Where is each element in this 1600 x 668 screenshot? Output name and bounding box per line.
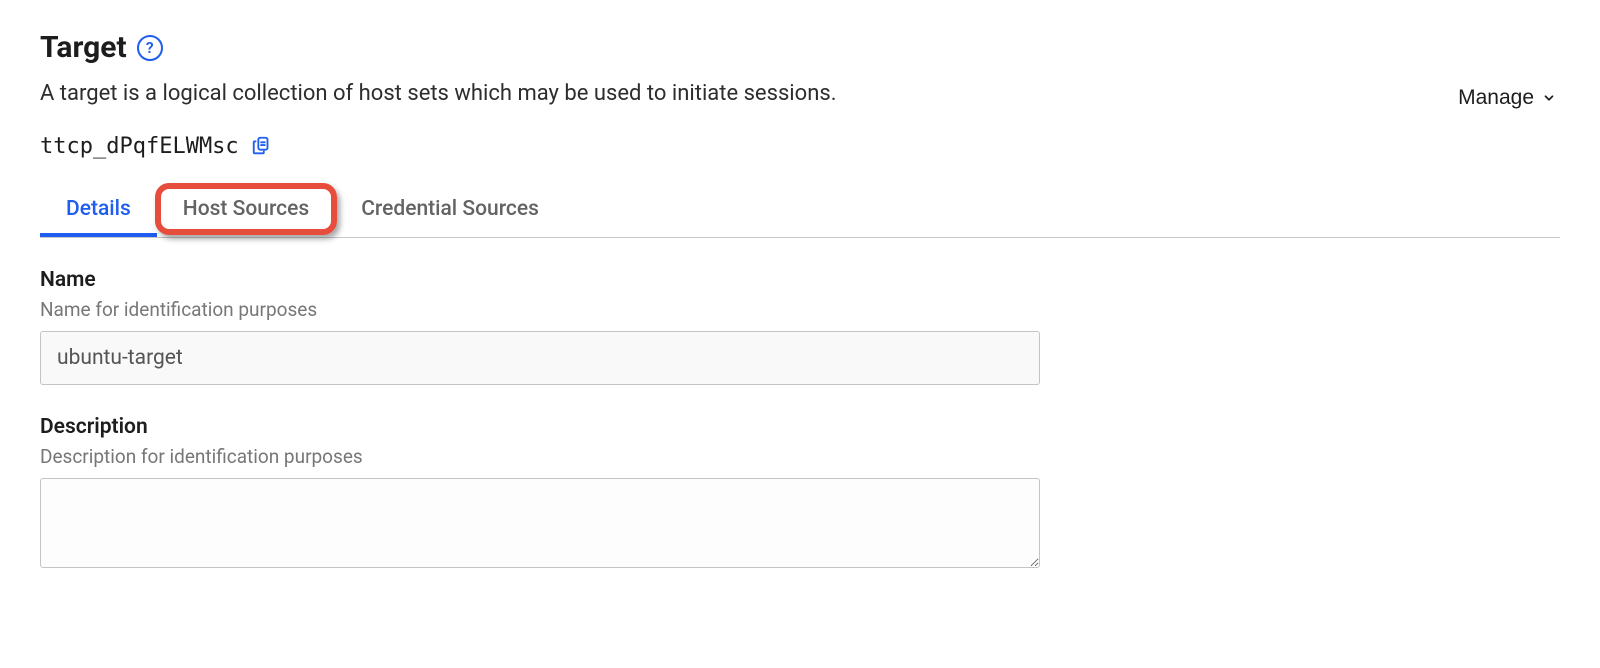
header-row: Target ? A target is a logical collectio…: [40, 30, 1560, 185]
tab-credential-sources[interactable]: Credential Sources: [335, 185, 565, 237]
name-hint: Name for identification purposes: [40, 298, 1040, 321]
header-left: Target ? A target is a logical collectio…: [40, 30, 1454, 185]
target-id: ttcp_dPqfELWMsc: [40, 134, 239, 159]
description-input[interactable]: [40, 478, 1040, 568]
chevron-down-icon: [1542, 91, 1556, 105]
tab-details[interactable]: Details: [40, 185, 157, 237]
description-group: Description Description for identificati…: [40, 415, 1040, 572]
tab-host-sources[interactable]: Host Sources: [157, 185, 335, 237]
copy-icon[interactable]: [251, 135, 273, 157]
description-label: Description: [40, 415, 1040, 439]
tab-host-sources-wrapper: Host Sources: [157, 185, 335, 237]
name-group: Name Name for identification purposes: [40, 268, 1040, 385]
name-input[interactable]: [40, 331, 1040, 385]
form-section: Name Name for identification purposes De…: [40, 268, 1040, 572]
page-description: A target is a logical collection of host…: [40, 79, 1454, 110]
help-icon[interactable]: ?: [137, 35, 163, 61]
title-row: Target ?: [40, 30, 1454, 65]
target-id-row: ttcp_dPqfELWMsc: [40, 134, 1454, 159]
description-hint: Description for identification purposes: [40, 445, 1040, 468]
manage-label: Manage: [1458, 86, 1534, 110]
name-label: Name: [40, 268, 1040, 292]
page-title: Target: [40, 30, 127, 65]
tabs: Details Host Sources Credential Sources: [40, 185, 1560, 238]
manage-button[interactable]: Manage: [1454, 80, 1560, 116]
